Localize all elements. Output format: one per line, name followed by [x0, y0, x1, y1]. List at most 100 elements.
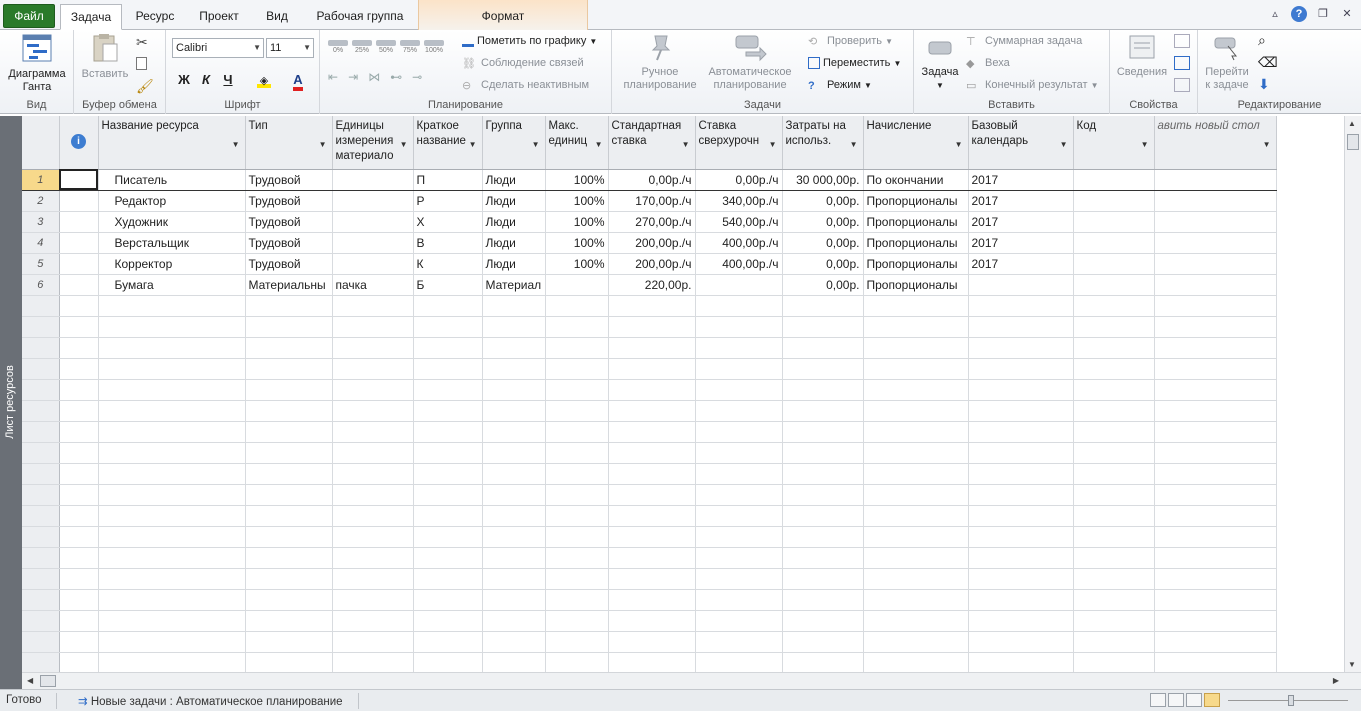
manual-schedule-button[interactable]: Ручное планирование [618, 32, 702, 92]
empty-cell[interactable] [1073, 505, 1155, 527]
cell-max-units[interactable]: 100% [545, 169, 609, 191]
details-icon[interactable] [1174, 56, 1190, 70]
milestone-button[interactable]: ◆ Веха [966, 54, 1010, 72]
empty-cell[interactable] [59, 337, 99, 359]
cell-material-units[interactable] [332, 169, 414, 191]
empty-cell[interactable] [332, 316, 414, 338]
cell-initials[interactable]: В [413, 232, 483, 254]
auto-schedule-button[interactable]: Автоматическое планирование [704, 32, 796, 92]
empty-cell[interactable] [608, 400, 696, 422]
split-icon[interactable]: ⋈ [368, 70, 380, 84]
empty-cell[interactable] [863, 610, 969, 632]
empty-cell[interactable] [545, 316, 609, 338]
empty-cell[interactable] [782, 379, 864, 401]
minimize-ribbon-icon[interactable]: ▵ [1267, 6, 1283, 22]
empty-cell[interactable] [482, 484, 546, 506]
tab-resource[interactable]: Ресурс [128, 4, 182, 30]
empty-cell[interactable] [482, 547, 546, 569]
cell-indicator[interactable] [59, 253, 99, 275]
empty-cell[interactable] [1073, 442, 1155, 464]
empty-cell[interactable] [695, 484, 783, 506]
cell-cost-use[interactable]: 0,00р. [782, 190, 864, 212]
empty-cell[interactable] [98, 400, 246, 422]
empty-cell[interactable] [1073, 589, 1155, 611]
cell-material-units[interactable] [332, 253, 414, 275]
empty-cell[interactable] [1154, 379, 1277, 401]
cell-name[interactable]: Корректор [98, 253, 246, 275]
cell-accrue[interactable]: Пропорционалы [863, 274, 969, 296]
empty-cell[interactable] [545, 379, 609, 401]
row-number[interactable] [22, 463, 60, 485]
empty-cell[interactable] [782, 505, 864, 527]
mark-on-track-button[interactable]: Пометить по графику ▼ [462, 32, 597, 50]
empty-cell[interactable] [413, 547, 483, 569]
vertical-scroll-thumb[interactable] [1347, 134, 1359, 150]
row-number[interactable] [22, 337, 60, 359]
empty-row[interactable] [22, 547, 1277, 569]
unlink-icon[interactable]: ⊸ [412, 70, 422, 84]
link-icon[interactable]: ⊷ [390, 70, 402, 84]
cell-code[interactable] [1073, 169, 1155, 191]
empty-cell[interactable] [863, 379, 969, 401]
inactivate-button[interactable]: ⊖ Сделать неактивным [462, 76, 589, 94]
cell-max-units[interactable]: 100% [545, 253, 609, 275]
cell-code[interactable] [1073, 232, 1155, 254]
cell-group[interactable]: Люди [482, 232, 546, 254]
empty-cell[interactable] [482, 505, 546, 527]
empty-cell[interactable] [968, 337, 1074, 359]
empty-row[interactable] [22, 421, 1277, 443]
empty-cell[interactable] [545, 400, 609, 422]
empty-cell[interactable] [482, 295, 546, 317]
empty-cell[interactable] [59, 379, 99, 401]
cell-std-rate[interactable]: 0,00р./ч [608, 169, 696, 191]
cell-initials[interactable]: Б [413, 274, 483, 296]
empty-cell[interactable] [482, 631, 546, 653]
empty-cell[interactable] [413, 358, 483, 380]
col-base-calendar[interactable]: Базовый календарь ▼ [968, 116, 1074, 170]
empty-cell[interactable] [863, 484, 969, 506]
empty-cell[interactable] [695, 295, 783, 317]
empty-cell[interactable] [608, 295, 696, 317]
empty-cell[interactable] [1073, 484, 1155, 506]
cell-material-units[interactable] [332, 190, 414, 212]
empty-cell[interactable] [245, 589, 333, 611]
empty-cell[interactable] [695, 505, 783, 527]
row-number[interactable]: 2 [22, 190, 60, 212]
empty-cell[interactable] [98, 379, 246, 401]
empty-cell[interactable] [245, 463, 333, 485]
row-number[interactable] [22, 610, 60, 632]
empty-cell[interactable] [1154, 316, 1277, 338]
table-row[interactable]: 3 Художник Трудовой Х Люди 100% 270,00р./ч 540,… [22, 211, 1277, 233]
empty-cell[interactable] [482, 400, 546, 422]
empty-cell[interactable] [968, 463, 1074, 485]
empty-cell[interactable] [968, 568, 1074, 590]
empty-cell[interactable] [98, 484, 246, 506]
empty-cell[interactable] [413, 337, 483, 359]
empty-cell[interactable] [98, 337, 246, 359]
cell-base-calendar[interactable] [968, 274, 1074, 296]
empty-cell[interactable] [545, 442, 609, 464]
empty-cell[interactable] [1154, 610, 1277, 632]
empty-cell[interactable] [59, 400, 99, 422]
empty-cell[interactable] [98, 589, 246, 611]
empty-cell[interactable] [332, 505, 414, 527]
cell-base-calendar[interactable]: 2017 [968, 211, 1074, 233]
vertical-scrollbar[interactable]: ▲ ▼ [1344, 116, 1361, 672]
col-type[interactable]: Тип ▼ [245, 116, 333, 170]
cell-material-units[interactable] [332, 232, 414, 254]
cell-base-calendar[interactable]: 2017 [968, 253, 1074, 275]
cell-type[interactable]: Трудовой [245, 232, 333, 254]
empty-cell[interactable] [1073, 295, 1155, 317]
empty-cell[interactable] [1154, 589, 1277, 611]
empty-cell[interactable] [98, 358, 246, 380]
empty-cell[interactable] [59, 526, 99, 548]
empty-cell[interactable] [1073, 568, 1155, 590]
empty-cell[interactable] [1154, 526, 1277, 548]
empty-cell[interactable] [98, 568, 246, 590]
empty-cell[interactable] [413, 568, 483, 590]
empty-cell[interactable] [695, 421, 783, 443]
row-number[interactable] [22, 379, 60, 401]
empty-cell[interactable] [1073, 547, 1155, 569]
empty-cell[interactable] [245, 400, 333, 422]
cell-initials[interactable]: Х [413, 211, 483, 233]
